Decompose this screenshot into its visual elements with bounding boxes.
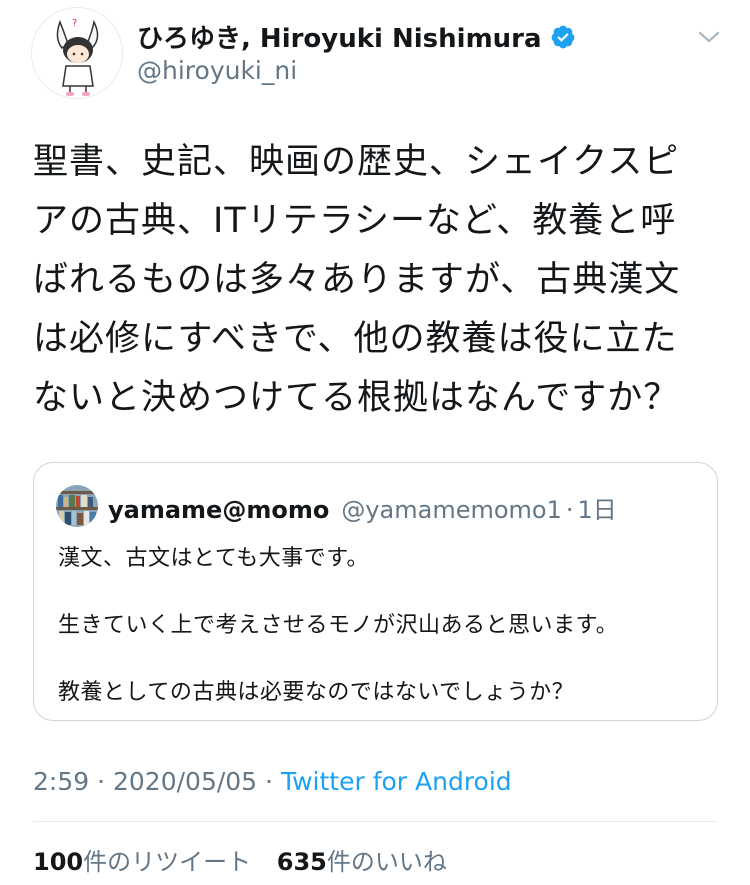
tweet-date[interactable]: 2020/05/05 — [113, 767, 257, 796]
retweets-count: 100 — [33, 848, 84, 876]
verified-badge-icon — [550, 24, 576, 50]
likes-count: 635 — [276, 848, 327, 876]
divider — [33, 821, 718, 822]
tweet-text-line: アの古典、ITリテラシーなど、教養と呼 — [33, 201, 677, 241]
author-handle[interactable]: @hiroyuki_ni — [137, 56, 297, 85]
tweet-text-line: は必修にすべきで、他の教養は役に立た — [33, 319, 678, 359]
separator-dot: · — [265, 767, 273, 796]
tweet-text: 聖書、史記、映画の歴史、シェイクスピ アの古典、ITリテラシーなど、教養と呼 ば… — [33, 133, 733, 428]
tweet-text-line: 聖書、史記、映画の歴史、シェイクスピ — [33, 142, 680, 182]
svg-text:?: ? — [72, 18, 77, 29]
tweet-meta: 2:59 · 2020/05/05 · Twitter for Android — [33, 767, 512, 796]
cartoon-character-avatar-icon: ? — [56, 18, 99, 96]
retweets-label: 件のリツイート — [83, 848, 252, 876]
quoted-author-handle: @yamamemomo1 — [341, 496, 562, 524]
retweets-stat[interactable]: 100件のリツイート — [33, 848, 251, 876]
author-display-name-row[interactable]: ひろゆき, Hiroyuki Nishimura — [137, 18, 576, 55]
quoted-text-line: 生きていく上で考えさせるモノが沢山あると思います。 — [58, 613, 619, 638]
quoted-author-name: yamame@momo — [108, 496, 330, 524]
likes-label: 件のいいね — [326, 848, 447, 876]
tweet-text-line: ないと決めつけてる根拠はなんですか？ — [33, 378, 680, 418]
author-display-name[interactable]: ひろゆき, Hiroyuki Nishimura — [137, 18, 542, 55]
tweet-stats: 100件のリツイート 635件のいいね — [33, 842, 465, 877]
quoted-tweet-time: 1日 — [577, 496, 617, 524]
separator-dot: · — [565, 496, 574, 524]
bookshelf-photo-avatar-icon — [56, 485, 98, 527]
chevron-down-icon[interactable] — [696, 24, 722, 50]
quoted-tweet-card[interactable]: yamame@momo @yamamemomo1 · 1日 漢文、古文はとても大… — [33, 462, 718, 721]
quoted-tweet-header: yamame@momo @yamamemomo1 · 1日 — [108, 490, 617, 525]
author-avatar[interactable]: ? — [31, 7, 123, 99]
quoted-text-line: 漢文、古文はとても大事です。 — [58, 546, 370, 571]
quoted-text-line: 教養としての古典は必要なのではないでしょうか？ — [58, 680, 575, 705]
separator-dot: · — [97, 767, 106, 796]
tweet-text-line: ばれるものは多々ありますが、古典漢文 — [33, 260, 681, 300]
tweet-time[interactable]: 2:59 — [33, 767, 89, 796]
tweet-client-link[interactable]: Twitter for Android — [281, 767, 512, 796]
likes-stat[interactable]: 635件のいいね — [277, 848, 447, 876]
